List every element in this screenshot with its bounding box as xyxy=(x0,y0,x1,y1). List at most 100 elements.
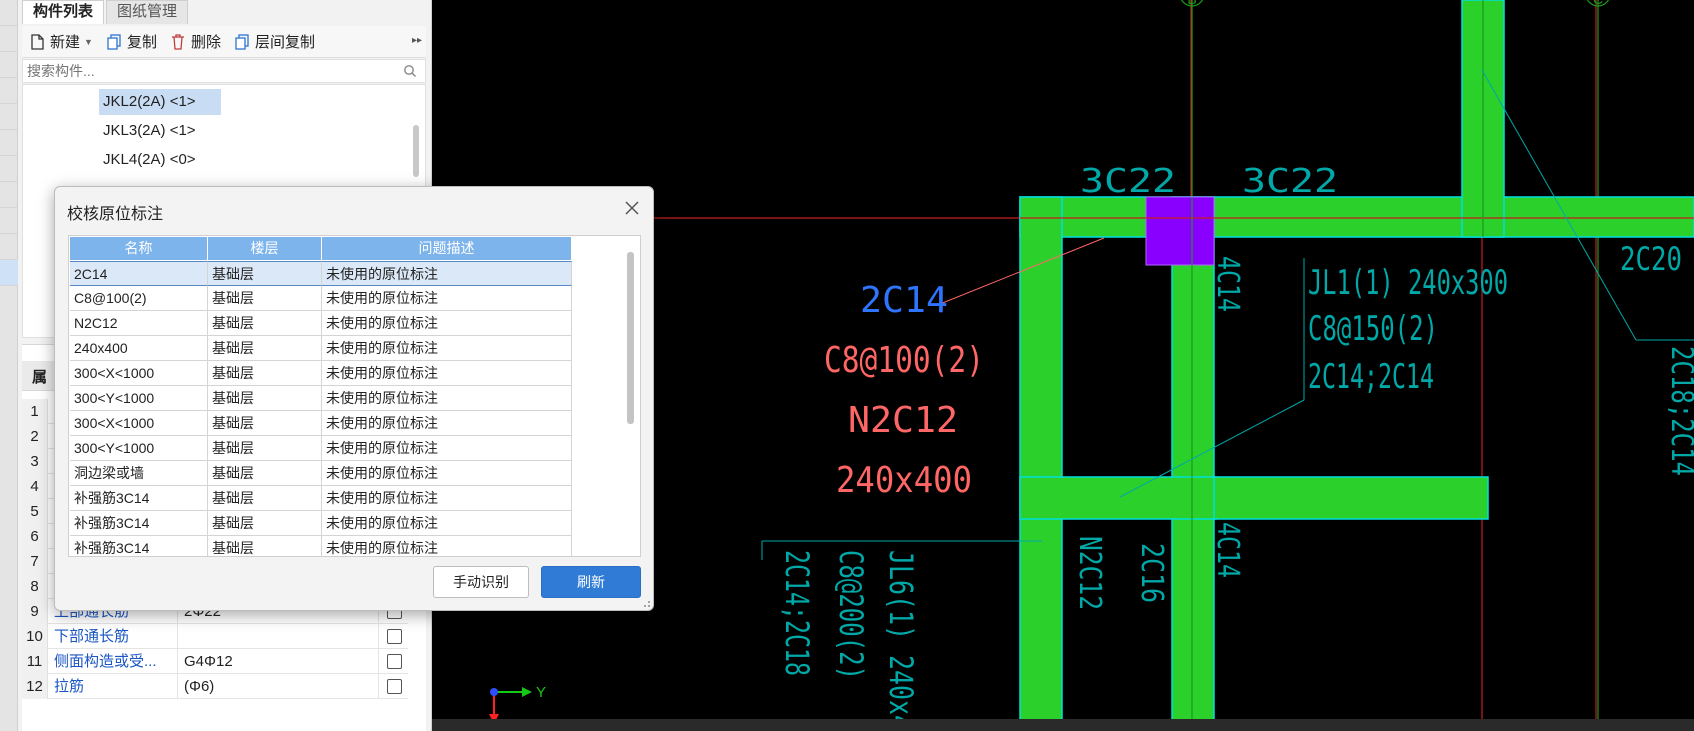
dock-tab[interactable] xyxy=(0,208,18,234)
cell-name: 2C14 xyxy=(70,261,208,286)
chevron-down-icon[interactable]: ▼ xyxy=(84,37,93,47)
axis-label-b: B xyxy=(1187,0,1196,7)
floor-copy-button[interactable]: 层间复制 xyxy=(233,31,315,52)
table-row[interactable]: 洞边梁或墙 基础层 未使用的原位标注 xyxy=(70,461,572,486)
property-panel-title: 属 xyxy=(32,369,48,386)
property-row[interactable]: 10 下部通长筋 xyxy=(22,624,408,649)
annotation-left-stack[interactable]: N2C12 xyxy=(848,400,958,441)
annotation-left-stack[interactable]: 2C14 xyxy=(860,280,948,321)
dock-tab[interactable] xyxy=(0,78,18,104)
property-row-number: 5 xyxy=(22,499,48,524)
canvas-status-bar xyxy=(432,719,1694,731)
cell-description: 未使用的原位标注 xyxy=(322,361,572,386)
dock-tab[interactable] xyxy=(0,0,18,26)
manual-identify-button[interactable]: 手动识别 xyxy=(433,566,529,598)
annotation-vertical[interactable]: 4C14 xyxy=(1210,522,1245,578)
column-header-description[interactable]: 问题描述 xyxy=(322,237,572,260)
property-checkbox[interactable] xyxy=(387,629,402,644)
tree-item[interactable]: JKL3(2A) <1> xyxy=(99,118,221,144)
property-name: 侧面构造或受... xyxy=(54,653,157,670)
dock-tab[interactable] xyxy=(0,156,18,182)
search-icon[interactable] xyxy=(403,64,417,78)
beam-horizontal-mid-left[interactable] xyxy=(1019,476,1217,520)
annotation-top-left[interactable]: 3C22 xyxy=(1080,161,1176,200)
table-row[interactable]: 300<X<1000 基础层 未使用的原位标注 xyxy=(70,361,572,386)
dock-tab[interactable] xyxy=(0,130,18,156)
copy-button[interactable]: 复制 xyxy=(105,31,157,52)
table-row[interactable]: 补强筋3C14 基础层 未使用的原位标注 xyxy=(70,511,572,536)
dock-tab[interactable] xyxy=(0,52,18,78)
cell-floor: 基础层 xyxy=(208,511,322,536)
beam-horizontal-top[interactable] xyxy=(1019,196,1694,238)
dock-tab-selected[interactable] xyxy=(0,260,18,286)
property-row-number: 7 xyxy=(22,549,48,574)
property-row-number: 8 xyxy=(22,574,48,599)
annotation-top-right[interactable]: 3C22 xyxy=(1242,161,1338,200)
cell-name: 补强筋3C14 xyxy=(70,536,208,556)
property-row[interactable]: 11 侧面构造或受... G4Φ12 xyxy=(22,649,408,674)
search-input[interactable] xyxy=(23,60,393,82)
dock-tab[interactable] xyxy=(0,234,18,260)
property-checkbox[interactable] xyxy=(387,679,402,694)
annotation-far-right-rotated[interactable]: 2C18;2C14 xyxy=(1664,346,1694,476)
toolbar-overflow-icon[interactable]: ▸▸ xyxy=(412,35,422,46)
column[interactable] xyxy=(1145,196,1215,266)
table-row[interactable]: 300<Y<1000 基础层 未使用的原位标注 xyxy=(70,386,572,411)
beam-vertical-center[interactable] xyxy=(1171,196,1215,731)
table-scrollbar[interactable] xyxy=(627,252,634,424)
annotation-lower-rotated[interactable]: C8@200(2) xyxy=(832,550,870,680)
property-name: 下部通长筋 xyxy=(54,628,130,645)
table-row[interactable]: 300<Y<1000 基础层 未使用的原位标注 xyxy=(70,436,572,461)
annotation-left-stack[interactable]: C8@100(2) xyxy=(824,340,984,381)
property-value[interactable]: G4Φ12 xyxy=(177,649,377,674)
tree-item[interactable]: JKL4(2A) <0> xyxy=(99,147,221,173)
property-row-number: 12 xyxy=(22,674,48,699)
table-row[interactable]: 2C14 基础层 未使用的原位标注 xyxy=(70,261,572,286)
annotation-table: 名称 楼层 问题描述 2C14 基础层 未使用的原位标注 C8@100(2) 基础层 未使… xyxy=(68,235,641,557)
cell-description: 未使用的原位标注 xyxy=(322,386,572,411)
annotation-right-stack[interactable]: JL1(1) 240x300 xyxy=(1308,263,1508,303)
cell-name: 洞边梁或墙 xyxy=(70,461,208,486)
table-row[interactable]: 240x400 基础层 未使用的原位标注 xyxy=(70,336,572,361)
tab-component-list[interactable]: 构件列表 xyxy=(22,0,105,24)
close-icon[interactable] xyxy=(621,197,643,219)
table-row[interactable]: N2C12 基础层 未使用的原位标注 xyxy=(70,311,572,336)
annotation-right-stack[interactable]: 2C14;2C14 xyxy=(1308,357,1434,397)
annotation-vertical[interactable]: N2C12 xyxy=(1072,536,1107,610)
table-row[interactable]: 300<X<1000 基础层 未使用的原位标注 xyxy=(70,411,572,436)
cell-name: 补强筋3C14 xyxy=(70,486,208,511)
cell-floor: 基础层 xyxy=(208,361,322,386)
refresh-button[interactable]: 刷新 xyxy=(541,566,641,598)
beam-vertical-left[interactable] xyxy=(1019,196,1063,731)
property-checkbox[interactable] xyxy=(387,654,402,669)
annotation-right-stack[interactable]: C8@150(2) xyxy=(1308,309,1438,349)
cell-description: 未使用的原位标注 xyxy=(322,436,572,461)
table-row[interactable]: 补强筋3C14 基础层 未使用的原位标注 xyxy=(70,486,572,511)
annotation-left-stack[interactable]: 240x400 xyxy=(836,460,972,501)
delete-button[interactable]: 删除 xyxy=(169,31,221,52)
property-row[interactable]: 12 拉筋 (Φ6) xyxy=(22,674,408,699)
annotations: 3C22 3C22 2C14 C8@100(2) N2C12 240x400 J… xyxy=(778,161,1694,730)
property-value[interactable]: (Φ6) xyxy=(177,674,377,699)
beam-horizontal-mid-right[interactable] xyxy=(1213,476,1489,520)
tree-item[interactable]: JKL2(2A) <1> xyxy=(99,89,221,115)
tab-drawing-management[interactable]: 图纸管理 xyxy=(106,0,189,24)
ucs-icon: Y xyxy=(489,684,546,724)
table-row[interactable]: 补强筋3C14 基础层 未使用的原位标注 xyxy=(70,536,572,556)
resize-grip-icon[interactable] xyxy=(641,598,651,608)
annotation-lower-rotated[interactable]: JL6(1) 240x4 xyxy=(882,550,920,730)
dock-tab[interactable] xyxy=(0,104,18,130)
annotation-lower-rotated[interactable]: 2C14;2C18 xyxy=(778,550,816,676)
property-value[interactable] xyxy=(177,624,377,649)
annotation-vertical[interactable]: 2C16 xyxy=(1134,543,1169,603)
column-header-floor[interactable]: 楼层 xyxy=(208,237,322,260)
column-header-name[interactable]: 名称 xyxy=(70,237,208,260)
dock-tab[interactable] xyxy=(0,26,18,52)
ucs-y-label: Y xyxy=(536,684,546,701)
annotation-far-right[interactable]: 2C20 xyxy=(1620,240,1682,278)
new-button[interactable]: 新建 ▼ xyxy=(28,31,93,52)
table-row[interactable]: C8@100(2) 基础层 未使用的原位标注 xyxy=(70,286,572,311)
annotation-vertical[interactable]: 4C14 xyxy=(1210,256,1245,312)
tree-scrollbar[interactable] xyxy=(413,125,419,177)
dock-tab[interactable] xyxy=(0,182,18,208)
